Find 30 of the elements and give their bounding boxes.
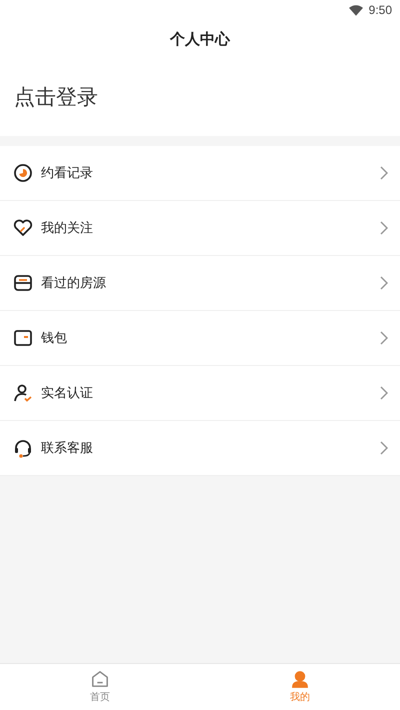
tab-item[interactable]: 首页	[0, 664, 200, 710]
menu-item[interactable]: 实名认证	[0, 366, 400, 421]
page-title: 个人中心	[170, 30, 230, 48]
menu-item[interactable]: 看过的房源	[0, 256, 400, 311]
menu-label: 约看记录	[41, 165, 94, 182]
menu-label: 我的关注	[41, 220, 94, 237]
menu-label: 实名认证	[41, 385, 94, 402]
home-icon	[91, 670, 109, 688]
menu-label: 看过的房源	[41, 275, 107, 292]
wallet-icon	[13, 328, 33, 348]
menu-item[interactable]: 我的关注	[0, 201, 400, 256]
chevron-right-icon	[380, 441, 388, 455]
menu-item[interactable]: 约看记录	[0, 146, 400, 201]
chevron-right-icon	[380, 166, 388, 180]
chevron-right-icon	[380, 331, 388, 345]
chevron-right-icon	[380, 221, 388, 235]
login-link[interactable]: 点击登录	[14, 83, 98, 111]
menu-item[interactable]: 钱包	[0, 311, 400, 366]
person-icon	[291, 670, 309, 688]
heart-icon	[13, 218, 33, 238]
status-time: 9:50	[368, 3, 392, 17]
chevron-right-icon	[380, 276, 388, 290]
menu-label: 联系客服	[41, 440, 94, 457]
wifi-icon	[348, 4, 363, 16]
headset-icon	[13, 438, 33, 458]
clock-icon	[13, 163, 33, 183]
menu-label: 钱包	[41, 330, 68, 347]
box-icon	[13, 273, 33, 293]
chevron-right-icon	[380, 386, 388, 400]
person-check-icon	[13, 383, 33, 403]
